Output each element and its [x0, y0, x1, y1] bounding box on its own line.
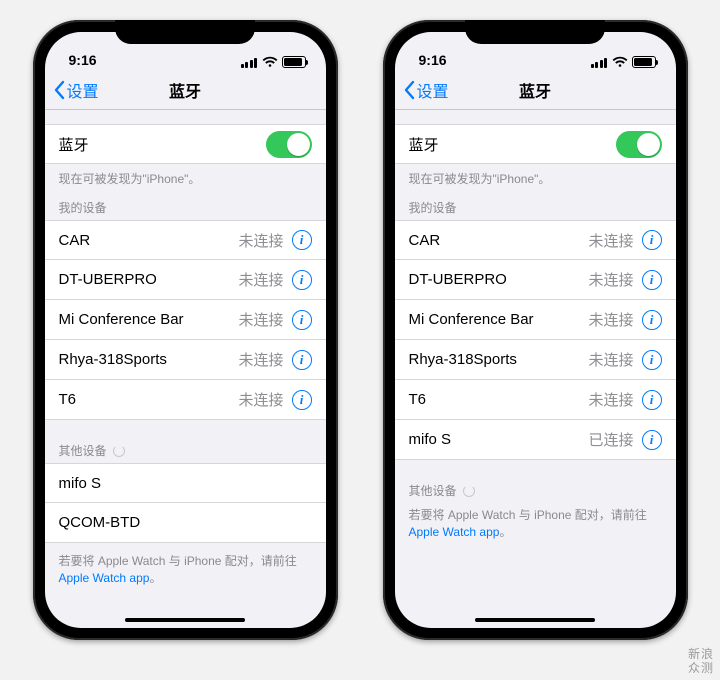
notch [115, 20, 255, 44]
phone-frame-right: 9:16 设置 蓝牙 蓝牙 [383, 20, 688, 640]
device-name: Rhya-318Sports [409, 351, 517, 368]
info-icon[interactable]: i [292, 310, 312, 330]
device-row[interactable]: CAR 未连接 i [395, 220, 676, 260]
notch [465, 20, 605, 44]
discoverable-text: 现在可被发现为"iPhone"。 [45, 164, 326, 195]
device-status: 未连接 [588, 230, 633, 251]
my-devices-header: 我的设备 [45, 195, 326, 220]
device-status: 未连接 [588, 349, 633, 370]
cellular-icon [241, 57, 258, 68]
bluetooth-toggle-cell: 蓝牙 [45, 124, 326, 164]
device-name: Rhya-318Sports [59, 351, 167, 368]
device-status: 未连接 [588, 269, 633, 290]
discoverable-text: 现在可被发现为"iPhone"。 [395, 164, 676, 195]
device-row[interactable]: Rhya-318Sports 未连接 i [395, 340, 676, 380]
phone-frame-left: 9:16 设置 蓝牙 [33, 20, 338, 640]
device-name: CAR [409, 232, 441, 249]
wifi-icon [262, 56, 278, 68]
device-name: Mi Conference Bar [409, 311, 534, 328]
info-icon[interactable]: i [642, 350, 662, 370]
comparison-stage: 9:16 设置 蓝牙 [0, 0, 720, 680]
other-device-row[interactable]: QCOM-BTD [45, 503, 326, 543]
spinner-icon [463, 485, 475, 497]
screen: 9:16 设置 蓝牙 [45, 32, 326, 628]
device-status: 未连接 [238, 269, 283, 290]
device-row[interactable]: DT-UBERPRO 未连接 i [45, 260, 326, 300]
info-icon[interactable]: i [642, 230, 662, 250]
info-icon[interactable]: i [292, 230, 312, 250]
nav-title: 蓝牙 [45, 78, 326, 102]
device-name: T6 [409, 391, 427, 408]
device-name: mifo S [59, 475, 102, 492]
apple-watch-note: 若要将 Apple Watch 与 iPhone 配对，请前往 Apple Wa… [45, 543, 326, 598]
device-row[interactable]: mifo S 已连接 i [395, 420, 676, 460]
info-icon[interactable]: i [642, 270, 662, 290]
device-row[interactable]: Mi Conference Bar 未连接 i [45, 300, 326, 340]
info-icon[interactable]: i [292, 350, 312, 370]
apple-watch-link[interactable]: Apple Watch app [59, 571, 150, 585]
device-status: 未连接 [238, 349, 283, 370]
device-row[interactable]: Mi Conference Bar 未连接 i [395, 300, 676, 340]
status-time: 9:16 [419, 52, 447, 68]
info-icon[interactable]: i [292, 390, 312, 410]
info-icon[interactable]: i [642, 430, 662, 450]
bluetooth-toggle-cell: 蓝牙 [395, 124, 676, 164]
battery-icon [282, 56, 306, 68]
my-devices-header: 我的设备 [395, 195, 676, 220]
info-icon[interactable]: i [642, 310, 662, 330]
watermark: 新浪 众测 [688, 648, 714, 676]
bluetooth-switch[interactable] [616, 131, 662, 158]
status-time: 9:16 [69, 52, 97, 68]
device-row[interactable]: DT-UBERPRO 未连接 i [395, 260, 676, 300]
home-indicator[interactable] [125, 618, 245, 622]
home-indicator[interactable] [475, 618, 595, 622]
status-right [241, 56, 306, 68]
settings-content[interactable]: 蓝牙 现在可被发现为"iPhone"。 我的设备 CAR 未连接 i DT-UB… [395, 110, 676, 628]
nav-title: 蓝牙 [395, 78, 676, 102]
device-name: DT-UBERPRO [59, 271, 157, 288]
device-name: CAR [59, 232, 91, 249]
other-devices-header: 其他设备 [45, 438, 326, 463]
device-name: mifo S [409, 431, 452, 448]
device-name: T6 [59, 391, 77, 408]
device-row[interactable]: CAR 未连接 i [45, 220, 326, 260]
device-row[interactable]: T6 未连接 i [395, 380, 676, 420]
bluetooth-label: 蓝牙 [409, 134, 439, 155]
wifi-icon [612, 56, 628, 68]
spinner-icon [113, 445, 125, 457]
screen: 9:16 设置 蓝牙 蓝牙 [395, 32, 676, 628]
status-right [591, 56, 656, 68]
apple-watch-link[interactable]: Apple Watch app [409, 525, 500, 539]
cellular-icon [591, 57, 608, 68]
device-name: Mi Conference Bar [59, 311, 184, 328]
device-row[interactable]: Rhya-318Sports 未连接 i [45, 340, 326, 380]
info-icon[interactable]: i [292, 270, 312, 290]
device-status: 已连接 [588, 429, 633, 450]
bluetooth-label: 蓝牙 [59, 134, 89, 155]
settings-content[interactable]: 蓝牙 现在可被发现为"iPhone"。 我的设备 CAR 未连接 i DT-UB… [45, 110, 326, 628]
other-device-row[interactable]: mifo S [45, 463, 326, 503]
device-name: DT-UBERPRO [409, 271, 507, 288]
device-status: 未连接 [238, 309, 283, 330]
nav-bar: 设置 蓝牙 [45, 70, 326, 110]
nav-bar: 设置 蓝牙 [395, 70, 676, 110]
device-status: 未连接 [238, 389, 283, 410]
device-name: QCOM-BTD [59, 514, 141, 531]
info-icon[interactable]: i [642, 390, 662, 410]
apple-watch-note: 若要将 Apple Watch 与 iPhone 配对，请前往 Apple Wa… [395, 503, 676, 552]
device-status: 未连接 [588, 309, 633, 330]
battery-icon [632, 56, 656, 68]
other-devices-header: 其他设备 [395, 478, 676, 503]
device-row[interactable]: T6 未连接 i [45, 380, 326, 420]
bluetooth-switch[interactable] [266, 131, 312, 158]
device-status: 未连接 [588, 389, 633, 410]
device-status: 未连接 [238, 230, 283, 251]
